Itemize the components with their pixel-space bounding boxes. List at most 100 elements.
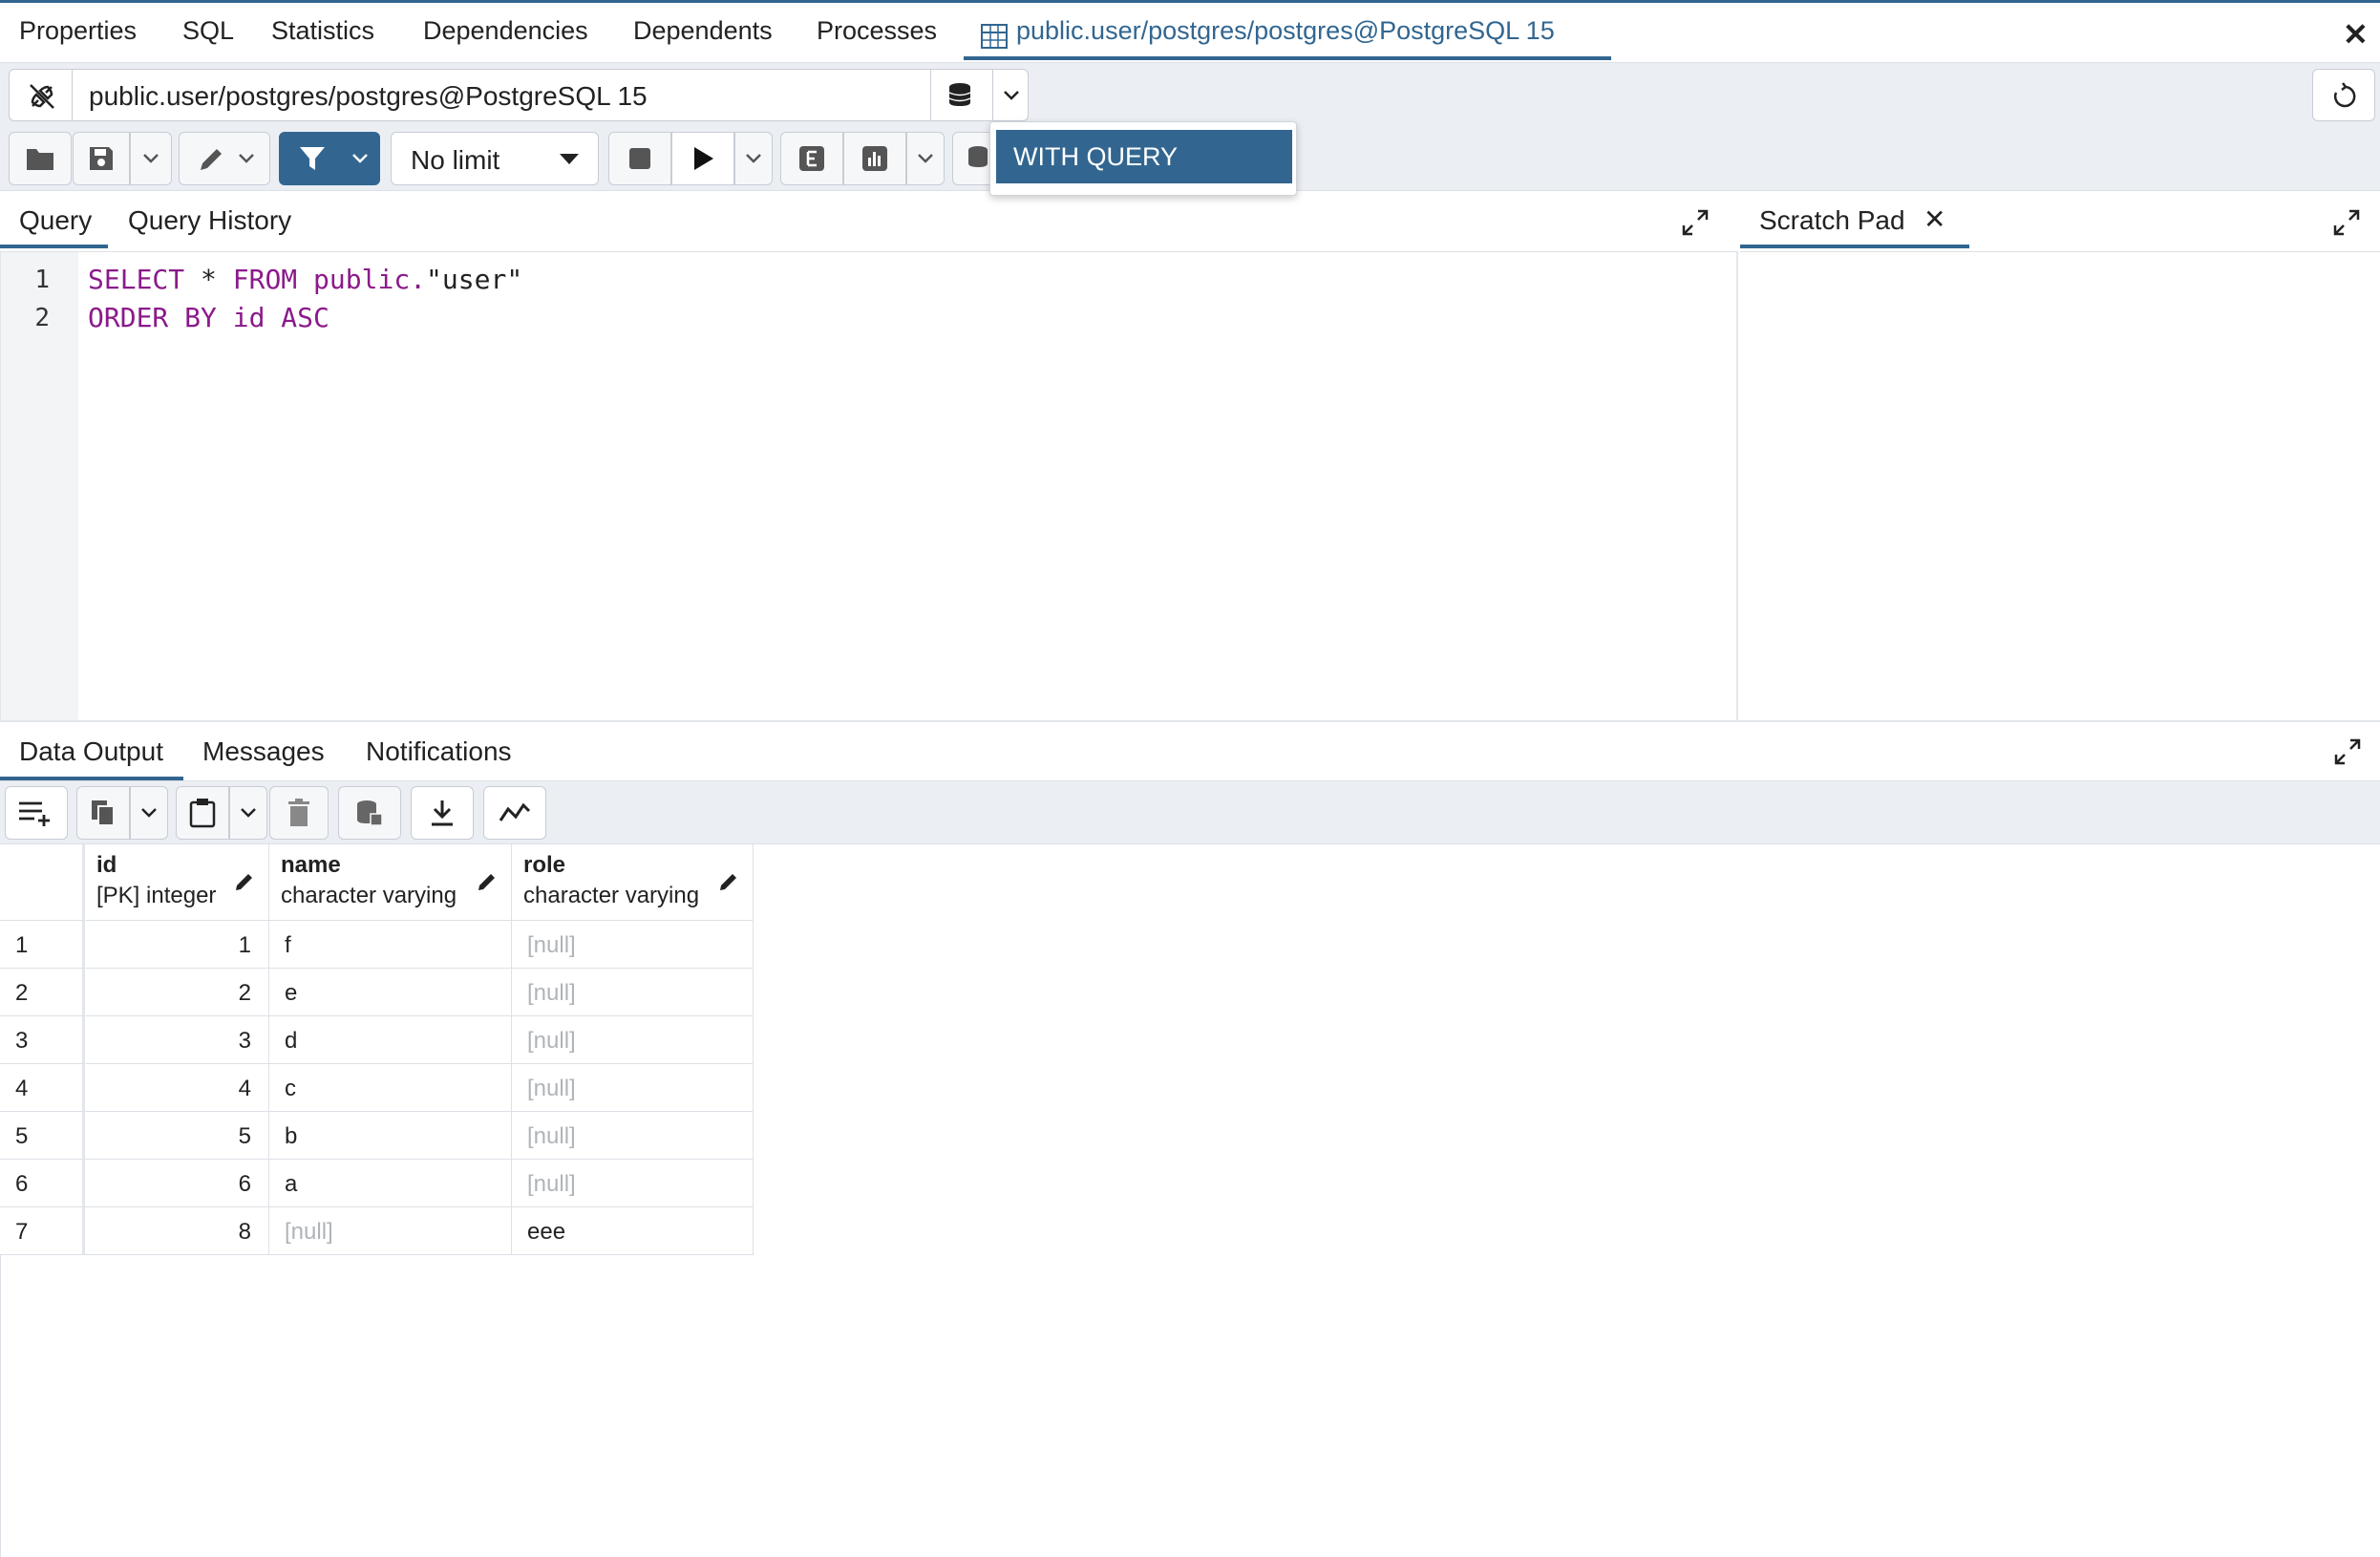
line-number: 1 xyxy=(34,266,50,294)
cell-name[interactable]: c xyxy=(269,1064,512,1112)
cell-name[interactable]: d xyxy=(269,1016,512,1064)
database-icon xyxy=(948,83,971,106)
column-header-id[interactable]: id [PK] integer xyxy=(85,844,269,921)
column-header-name[interactable]: name character varying xyxy=(269,844,512,921)
cell-name[interactable]: e xyxy=(269,969,512,1016)
connection-status-button[interactable] xyxy=(9,69,73,121)
sql-editor[interactable]: 1 2 SELECT * FROM public."user" ORDER BY… xyxy=(0,252,1738,720)
tab-statistics[interactable]: Statistics xyxy=(271,16,374,46)
execute-options-button[interactable] xyxy=(734,132,773,185)
active-tab-indicator xyxy=(964,56,1611,60)
execute-button[interactable] xyxy=(671,132,734,185)
pencil-icon xyxy=(478,874,495,890)
stop-icon xyxy=(629,148,650,169)
delete-row-button[interactable] xyxy=(269,786,329,840)
cell-id[interactable]: 3 xyxy=(85,1016,269,1064)
new-connection-button[interactable] xyxy=(930,69,993,121)
tab-messages[interactable]: Messages xyxy=(202,736,325,767)
cell-name[interactable]: f xyxy=(269,921,512,969)
caret-down-icon xyxy=(560,154,579,164)
chevron-down-icon xyxy=(918,154,933,163)
row-number[interactable]: 6 xyxy=(0,1160,85,1207)
tab-processes[interactable]: Processes xyxy=(817,16,937,46)
cell-name[interactable]: b xyxy=(269,1112,512,1160)
row-number[interactable]: 7 xyxy=(0,1207,85,1255)
output-tab-bar: Data Output Messages Notifications xyxy=(0,720,2380,781)
grid-corner[interactable] xyxy=(0,844,85,921)
rows-limit-value: No limit xyxy=(411,145,500,175)
save-data-button[interactable] xyxy=(338,786,401,840)
save-file-button[interactable] xyxy=(73,132,130,185)
cell-id[interactable]: 2 xyxy=(85,969,269,1016)
tab-query-history[interactable]: Query History xyxy=(128,205,291,236)
tab-sql[interactable]: SQL xyxy=(182,16,234,46)
tab-notifications[interactable]: Notifications xyxy=(366,736,512,767)
paste-button[interactable] xyxy=(176,786,229,840)
explain-button[interactable] xyxy=(780,132,843,185)
reset-layout-button[interactable] xyxy=(2312,69,2375,121)
chevron-down-icon xyxy=(143,154,159,163)
cell-role[interactable]: eee xyxy=(512,1207,754,1255)
add-row-button[interactable] xyxy=(5,786,68,840)
tab-data-output[interactable]: Data Output xyxy=(19,736,163,767)
tab-dependents[interactable]: Dependents xyxy=(633,16,773,46)
expand-icon[interactable] xyxy=(2332,208,2361,237)
column-header-role[interactable]: role character varying xyxy=(512,844,754,921)
rotate-icon xyxy=(2333,82,2356,108)
tab-dependencies[interactable]: Dependencies xyxy=(423,16,588,46)
connection-select[interactable]: public.user/postgres/postgres@PostgreSQL… xyxy=(72,69,931,121)
pencil-icon xyxy=(720,874,736,890)
menu-item-with-query[interactable]: WITH QUERY xyxy=(996,130,1292,183)
edit-options-button[interactable] xyxy=(179,132,270,185)
chevron-down-icon xyxy=(141,808,157,818)
cell-id[interactable]: 1 xyxy=(85,921,269,969)
cell-role[interactable]: [null] xyxy=(512,1064,754,1112)
stop-button[interactable] xyxy=(608,132,671,185)
expand-icon[interactable] xyxy=(2333,737,2362,766)
download-button[interactable] xyxy=(411,786,474,840)
row-number[interactable]: 3 xyxy=(0,1016,85,1064)
code-line: SELECT * FROM public."user" xyxy=(88,264,522,295)
sql-keyword: public. xyxy=(313,264,427,295)
close-icon[interactable]: ✕ xyxy=(1923,203,1945,235)
connection-dropdown-button[interactable] xyxy=(992,69,1029,121)
copy-options-button[interactable] xyxy=(130,786,168,840)
tab-scratch-pad[interactable]: Scratch Pad xyxy=(1759,205,1905,236)
row-number[interactable]: 4 xyxy=(0,1064,85,1112)
cell-name[interactable]: [null] xyxy=(269,1207,512,1255)
cell-name[interactable]: a xyxy=(269,1160,512,1207)
save-data-icon xyxy=(357,800,383,826)
rows-limit-select[interactable]: No limit xyxy=(391,132,599,185)
close-icon[interactable]: ✕ xyxy=(2343,16,2369,53)
sql-keyword: ORDER BY xyxy=(88,302,217,333)
open-file-button[interactable] xyxy=(9,132,72,185)
scratch-pad-editor[interactable] xyxy=(1740,252,2380,720)
download-icon xyxy=(432,800,453,826)
tab-properties[interactable]: Properties xyxy=(19,16,137,46)
save-options-button[interactable] xyxy=(130,132,172,185)
cell-role[interactable]: [null] xyxy=(512,921,754,969)
explain-analyze-button[interactable] xyxy=(843,132,906,185)
filter-button[interactable] xyxy=(279,132,380,185)
row-number[interactable]: 1 xyxy=(0,921,85,969)
paste-options-button[interactable] xyxy=(229,786,267,840)
cell-id[interactable]: 6 xyxy=(85,1160,269,1207)
cell-id[interactable]: 4 xyxy=(85,1064,269,1112)
cell-role[interactable]: [null] xyxy=(512,1112,754,1160)
cell-role[interactable]: [null] xyxy=(512,1160,754,1207)
expand-icon[interactable] xyxy=(1681,208,1710,237)
sql-keyword: ASC xyxy=(281,302,329,333)
cell-id[interactable]: 5 xyxy=(85,1112,269,1160)
column-type: [PK] integer xyxy=(96,883,217,908)
tab-query-tool[interactable]: public.user/postgres/postgres@PostgreSQL… xyxy=(1016,16,1555,46)
tab-query[interactable]: Query xyxy=(19,205,92,236)
cell-role[interactable]: [null] xyxy=(512,1016,754,1064)
graph-visualiser-button[interactable] xyxy=(483,786,546,840)
row-number[interactable]: 2 xyxy=(0,969,85,1016)
cell-role[interactable]: [null] xyxy=(512,969,754,1016)
copy-button[interactable] xyxy=(76,786,130,840)
cell-id[interactable]: 8 xyxy=(85,1207,269,1255)
row-number[interactable]: 5 xyxy=(0,1112,85,1160)
explain-options-button[interactable] xyxy=(906,132,945,185)
